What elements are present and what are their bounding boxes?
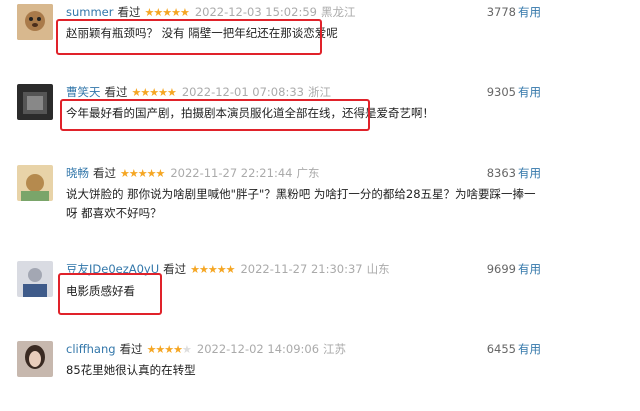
vote-count: 8363 (486, 166, 516, 180)
review-location: 江苏 (323, 342, 347, 356)
watched-label: 看过 (163, 262, 187, 276)
highlight-box (58, 273, 162, 315)
review-location: 山东 (366, 262, 390, 276)
watched-label: 看过 (104, 85, 128, 99)
vote-count: 9305 (486, 85, 516, 99)
watched-label: 看过 (119, 342, 143, 356)
vote-count: 9699 (486, 262, 516, 276)
avatar[interactable] (17, 341, 53, 377)
rating-stars: ★★★★★ (144, 6, 190, 19)
vote-count: 3778 (486, 5, 516, 19)
review-meta: cliffhang 看过 ★★★★★ 2022-12-02 14:09:06 江苏 (66, 341, 346, 357)
username-link[interactable]: 晓畅 (66, 166, 89, 180)
username-link[interactable]: 曹笑天 (66, 85, 101, 99)
review-meta: 曹笑天 看过 ★★★★★ 2022-12-01 07:08:33 浙江 (66, 84, 331, 100)
review-time: 2022-12-03 15:02:59 (194, 5, 317, 19)
watched-label: 看过 (93, 166, 116, 180)
useful-button[interactable]: 有用 (518, 165, 541, 181)
review-text: 说大饼脸的 那你说为啥剧里喊他"胖子"？黑粉吧 为啥打一分的都给28五星？为啥要… (66, 187, 536, 220)
username-link[interactable]: summer (66, 5, 114, 19)
review-time: 2022-11-27 21:30:37 (240, 262, 363, 276)
username-link[interactable]: cliffhang (66, 342, 116, 356)
review-text: 85花里她很认真的在转型 (66, 363, 196, 377)
review-time: 2022-12-02 14:09:06 (196, 342, 320, 356)
highlight-box (56, 19, 322, 55)
avatar[interactable] (17, 261, 53, 297)
review-location: 广东 (296, 166, 320, 180)
vote-count: 6455 (486, 342, 516, 356)
review-meta: 晓畅 看过 ★★★★★ 2022-11-27 22:21:44 广东 (66, 165, 319, 181)
review-time: 2022-12-01 07:08:33 (181, 85, 304, 99)
rating-stars: ★★★★★ (190, 263, 235, 276)
useful-button[interactable]: 有用 (518, 4, 541, 20)
avatar[interactable] (17, 84, 53, 120)
avatar[interactable] (17, 4, 53, 40)
avatar[interactable] (17, 165, 53, 201)
review-location: 黑龙江 (320, 5, 356, 19)
review-location: 浙江 (307, 85, 331, 99)
useful-button[interactable]: 有用 (518, 84, 541, 100)
rating-stars: ★★★★★ (120, 167, 165, 180)
useful-button[interactable]: 有用 (518, 341, 541, 357)
highlight-box (60, 99, 370, 131)
review-meta: summer 看过 ★★★★★ 2022-12-03 15:02:59 黑龙江 (66, 4, 355, 20)
watched-label: 看过 (117, 5, 141, 19)
rating-stars: ★★★★★ (146, 343, 192, 356)
review-time: 2022-11-27 22:21:44 (170, 166, 293, 180)
useful-button[interactable]: 有用 (518, 261, 541, 277)
rating-stars: ★★★★★ (131, 86, 177, 99)
